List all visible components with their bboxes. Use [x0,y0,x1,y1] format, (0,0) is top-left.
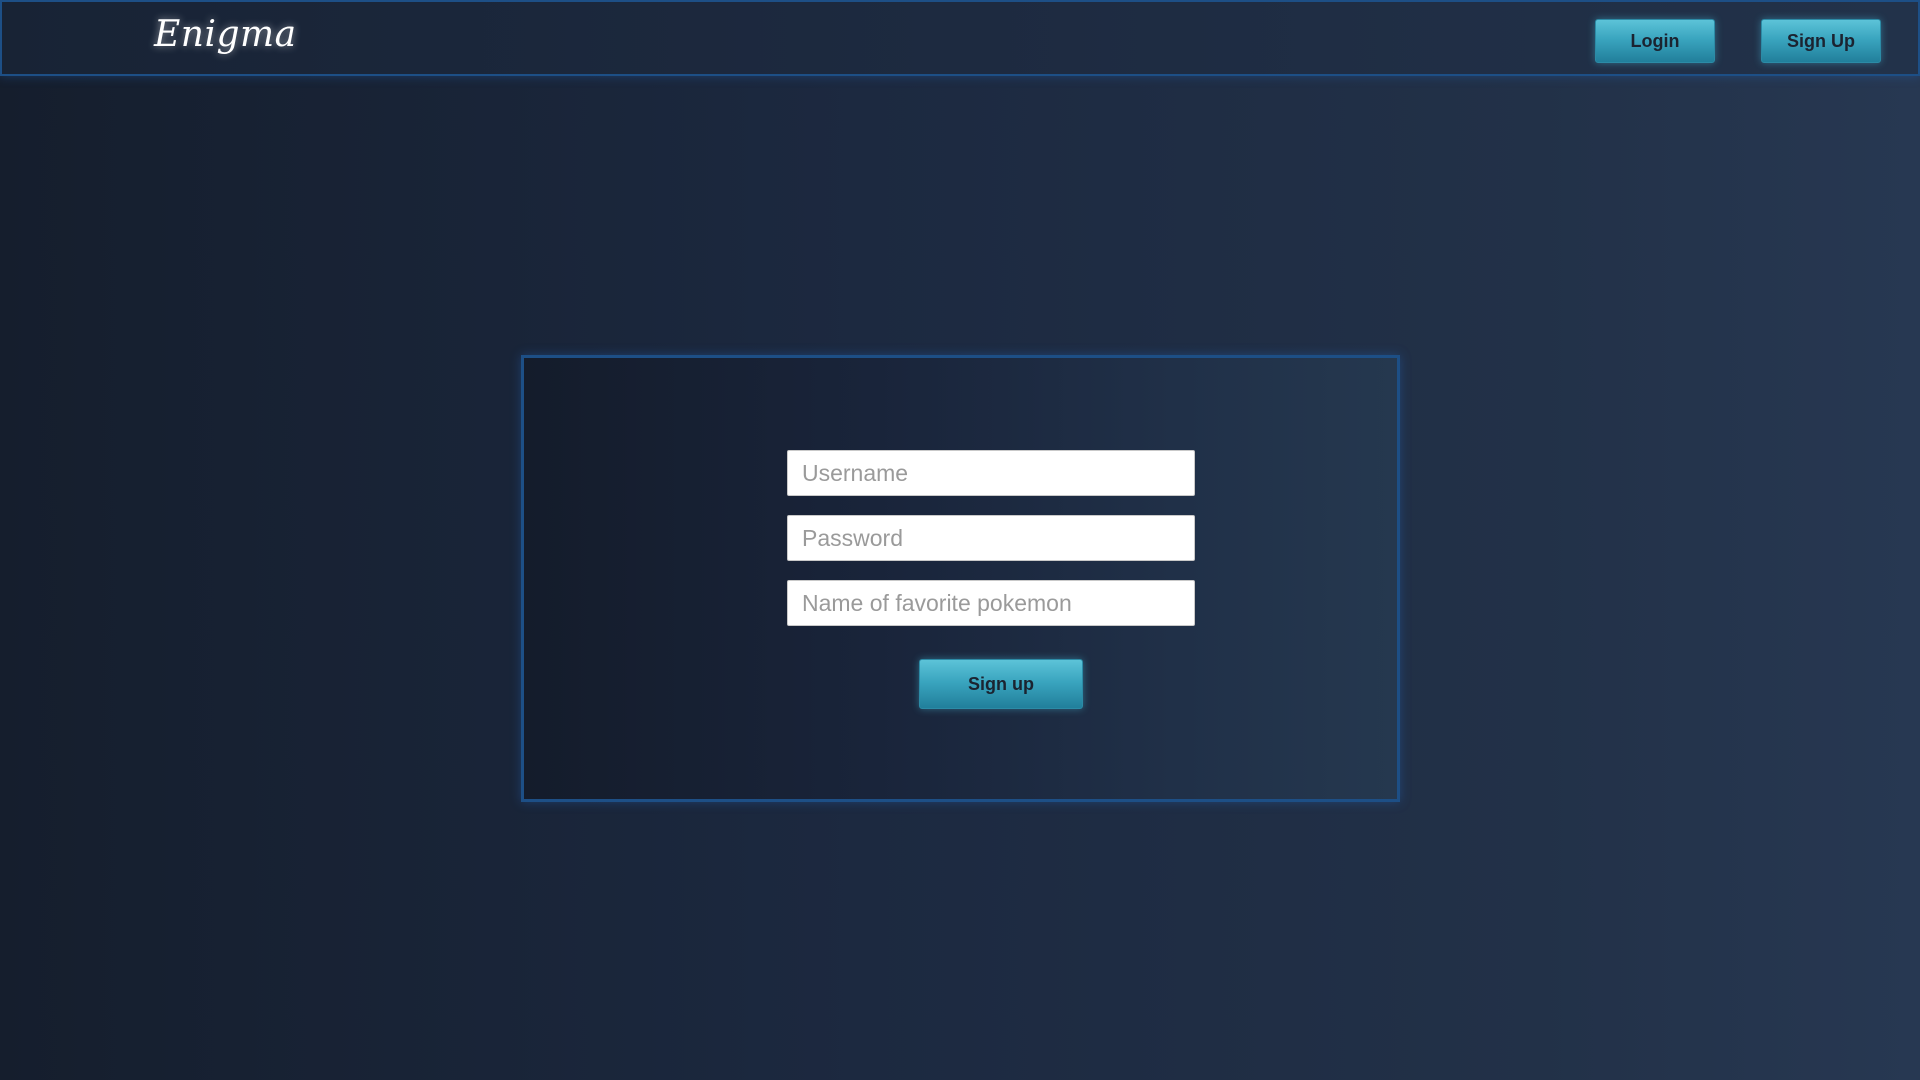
password-input[interactable] [787,515,1195,561]
signup-panel [521,355,1400,802]
favorite-pokemon-input[interactable] [787,580,1195,626]
top-nav-bar: Enigma Login Sign Up [0,0,1920,76]
brand-logo: Enigma [154,14,297,55]
username-input[interactable] [787,450,1195,496]
login-button[interactable]: Login [1595,19,1715,63]
signup-submit-button[interactable]: Sign up [919,659,1083,709]
signup-nav-button[interactable]: Sign Up [1761,19,1881,63]
